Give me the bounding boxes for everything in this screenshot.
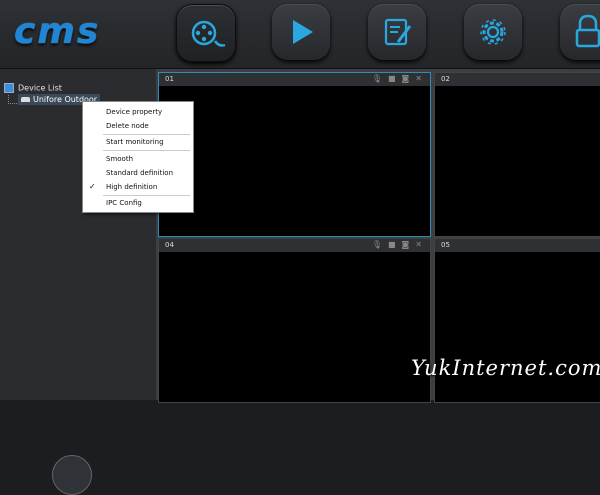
snapshot-camera-icon[interactable]: ◙: [402, 240, 410, 249]
cell-number: 01: [165, 75, 174, 83]
cell-icon-bar: 🎙 ■ ◙ ✕: [372, 74, 422, 83]
context-menu: Device property Delete node Start monito…: [82, 101, 194, 213]
cell-header: 05: [435, 239, 600, 252]
clipboard-pen-icon: [384, 18, 412, 46]
menu-separator: [103, 134, 190, 135]
video-cell-02[interactable]: 02: [434, 72, 600, 237]
cell-number: 05: [441, 241, 450, 249]
ptz-control-knob[interactable]: [52, 455, 92, 495]
close-icon[interactable]: ✕: [415, 74, 422, 83]
watermark-text: YukInternet.com: [411, 356, 600, 380]
cell-number: 02: [441, 75, 450, 83]
menu-item-high-definition[interactable]: ✓ High definition: [83, 182, 193, 193]
checkmark-icon: ✓: [89, 182, 96, 191]
top-toolbar: cms: [0, 0, 600, 69]
video-cell-04[interactable]: 04 🎙 ■ ◙ ✕: [158, 238, 431, 403]
video-cell-01[interactable]: 01 🎙 ■ ◙ ✕: [158, 72, 431, 237]
lock-button[interactable]: [560, 4, 600, 60]
menu-separator: [103, 150, 190, 151]
tree-root-label: Device List: [18, 83, 62, 93]
camera-device-icon: [21, 97, 30, 102]
menu-item-delete-node[interactable]: Delete node: [83, 121, 193, 132]
record-video-icon[interactable]: ■: [388, 240, 396, 249]
gear-icon: [480, 19, 506, 45]
lock-icon: [575, 14, 600, 48]
log-button[interactable]: [368, 4, 426, 60]
record-video-icon[interactable]: ■: [388, 74, 396, 83]
close-icon[interactable]: ✕: [415, 240, 422, 249]
menu-item-ipc-config[interactable]: IPC Config: [83, 198, 193, 209]
playback-button[interactable]: [272, 4, 330, 60]
video-grid: 01 🎙 ■ ◙ ✕ 02 04 🎙 ■ ◙ ✕ 05: [156, 69, 600, 403]
film-reel-icon: [191, 20, 226, 47]
monitor-button[interactable]: [176, 4, 236, 62]
menu-item-start-monitoring[interactable]: Start monitoring: [83, 137, 193, 148]
cell-header: 04 🎙 ■ ◙ ✕: [159, 239, 430, 252]
cell-header: 02: [435, 73, 600, 86]
tree-root-device-list[interactable]: Device List: [4, 83, 62, 93]
cell-number: 04: [165, 241, 174, 249]
menu-item-standard-definition[interactable]: Standard definition: [83, 168, 193, 179]
settings-button[interactable]: [464, 4, 522, 60]
cell-icon-bar: 🎙 ■ ◙ ✕: [372, 240, 422, 249]
play-icon: [293, 20, 313, 44]
menu-item-smooth[interactable]: Smooth: [83, 154, 193, 165]
microphone-icon[interactable]: 🎙: [372, 240, 382, 249]
menu-separator: [103, 195, 190, 196]
microphone-icon[interactable]: 🎙: [372, 74, 382, 83]
device-list-icon: [4, 83, 14, 93]
cell-header: 01 🎙 ■ ◙ ✕: [159, 73, 430, 86]
cms-logo: cms: [14, 11, 101, 52]
menu-item-device-property[interactable]: Device property: [83, 107, 193, 118]
snapshot-camera-icon[interactable]: ◙: [402, 74, 410, 83]
